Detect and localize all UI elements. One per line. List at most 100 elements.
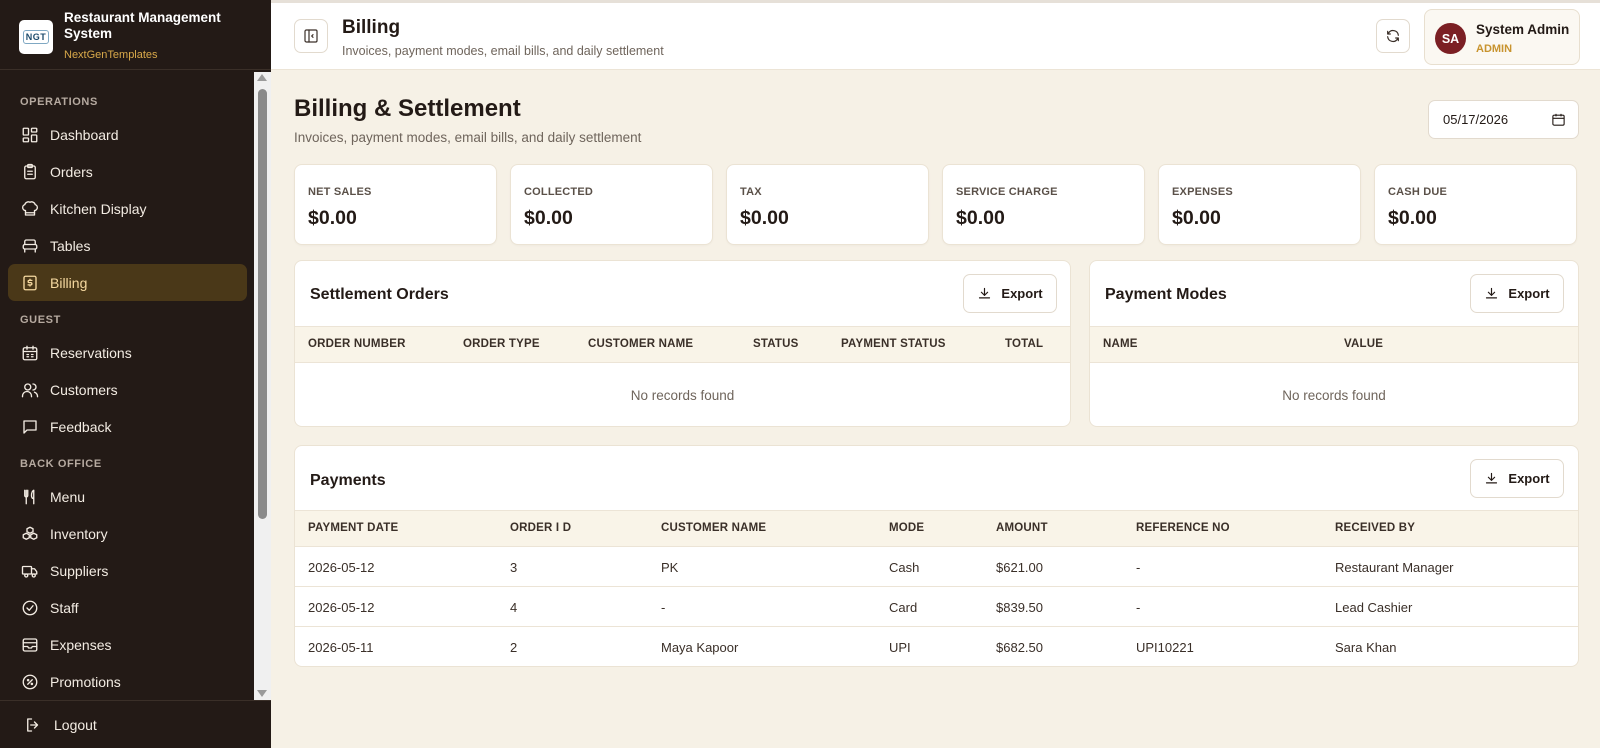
brand-logo: NGT xyxy=(19,20,53,54)
card-title: Payment Modes xyxy=(1105,286,1227,303)
avatar: SA xyxy=(1435,23,1466,54)
cell-received-by: Lead Cashier xyxy=(1335,600,1413,615)
sidebar-item-staff[interactable]: Staff xyxy=(8,589,247,626)
stat-value: $0.00 xyxy=(1388,207,1437,229)
cell-payment-date: 2026-05-12 xyxy=(308,600,375,615)
cell-mode: Card xyxy=(889,600,918,615)
refresh-button[interactable] xyxy=(1376,19,1410,53)
truck-icon xyxy=(21,562,39,580)
user-menu[interactable]: SA System Admin ADMIN xyxy=(1424,9,1580,65)
table-row[interactable]: 2026-05-12 3 PK Cash $621.00 - Restauran… xyxy=(295,547,1578,587)
cell-received-by: Restaurant Manager xyxy=(1335,560,1454,575)
date-input[interactable]: 05/17/2026 xyxy=(1428,100,1579,139)
sidebar-item-expenses[interactable]: Expenses xyxy=(8,626,247,663)
stat-card-cash-due: CASH DUE $0.00 xyxy=(1374,164,1577,245)
empty-state: No records found xyxy=(630,388,735,403)
stat-card-expenses: EXPENSES $0.00 xyxy=(1158,164,1361,245)
column-header: RECEIVED BY xyxy=(1335,522,1416,534)
column-header: NAME xyxy=(1103,338,1138,350)
brand-subtitle: NextGenTemplates xyxy=(64,49,158,61)
export-label: Export xyxy=(1508,286,1550,301)
column-header: VALUE xyxy=(1344,338,1384,350)
cell-mode: Cash xyxy=(889,560,920,575)
logout-button[interactable]: Logout xyxy=(0,700,271,748)
sidebar-item-label: Reservations xyxy=(50,344,132,361)
brand-logo-text: NGT xyxy=(22,30,50,44)
wallet-icon xyxy=(21,636,39,654)
sidebar-item-kitchen-display[interactable]: Kitchen Display xyxy=(8,190,247,227)
sidebar-item-feedback[interactable]: Feedback xyxy=(8,408,247,445)
topbar-subtitle: Invoices, payment modes, email bills, an… xyxy=(342,44,664,58)
sidebar-item-label: Promotions xyxy=(50,673,121,690)
export-payment-modes-button[interactable]: Export xyxy=(1470,274,1564,313)
section-title-back-office: BACK OFFICE xyxy=(20,458,102,470)
sidebar-item-label: Billing xyxy=(50,274,88,291)
section-title-operations: OPERATIONS xyxy=(20,96,98,108)
column-header: ORDER NUMBER xyxy=(308,338,406,350)
sidebar-toggle-button[interactable] xyxy=(294,19,328,53)
brand: NGT Restaurant Management System NextGen… xyxy=(0,0,271,70)
cell-received-by: Sara Khan xyxy=(1335,640,1397,655)
stat-value: $0.00 xyxy=(1172,207,1221,229)
sidebar-item-label: Inventory xyxy=(50,525,108,542)
sidebar-nav: OPERATIONS Dashboard Orders Kitchen Disp… xyxy=(0,72,254,700)
sidebar-item-reservations[interactable]: Reservations xyxy=(8,334,247,371)
brand-title: Restaurant Management System xyxy=(64,10,221,41)
page-title: Billing & Settlement xyxy=(294,95,521,122)
sidebar-item-inventory[interactable]: Inventory xyxy=(8,515,247,552)
sidebar-item-menu[interactable]: Menu xyxy=(8,478,247,515)
table-header: PAYMENT DATE ORDER I D CUSTOMER NAME MOD… xyxy=(295,510,1578,547)
percent-icon xyxy=(21,673,39,691)
sidebar-item-orders[interactable]: Orders xyxy=(8,153,247,190)
export-label: Export xyxy=(1508,471,1550,486)
sidebar-scroll-thumb[interactable] xyxy=(258,89,267,519)
column-header: AMOUNT xyxy=(996,522,1048,534)
payments-card: Payments Export PAYMENT DATE ORDER I D C… xyxy=(294,445,1579,667)
export-settlement-button[interactable]: Export xyxy=(963,274,1057,313)
stat-label: SERVICE CHARGE xyxy=(956,186,1058,198)
sidebar-item-label: Staff xyxy=(50,599,79,616)
sidebar-item-label: Customers xyxy=(50,381,118,398)
stat-label: TAX xyxy=(740,186,762,198)
stat-value: $0.00 xyxy=(308,207,357,229)
calendar-icon[interactable] xyxy=(1551,112,1566,127)
card-title: Settlement Orders xyxy=(310,286,449,303)
chef-hat-icon xyxy=(21,200,39,218)
cell-order-id: 2 xyxy=(510,640,518,655)
download-icon xyxy=(979,287,991,299)
sidebar: NGT Restaurant Management System NextGen… xyxy=(0,0,271,748)
users-icon xyxy=(21,381,39,399)
stat-label: CASH DUE xyxy=(1388,186,1448,198)
column-header: ORDER I D xyxy=(510,522,572,534)
export-payments-button[interactable]: Export xyxy=(1470,459,1564,498)
empty-state: No records found xyxy=(1282,388,1386,403)
cell-mode: UPI xyxy=(889,640,911,655)
logout-label: Logout xyxy=(54,716,97,733)
cell-order-id: 4 xyxy=(510,600,518,615)
scroll-up-arrow-icon[interactable] xyxy=(257,74,267,81)
export-label: Export xyxy=(1001,286,1043,301)
table-row[interactable]: 2026-05-12 4 - Card $839.50 - Lead Cashi… xyxy=(295,587,1578,627)
cell-reference-no: - xyxy=(1136,600,1141,615)
stat-card-collected: COLLECTED $0.00 xyxy=(510,164,713,245)
stat-label: NET SALES xyxy=(308,186,372,198)
sidebar-item-promotions[interactable]: Promotions xyxy=(8,663,247,700)
sidebar-item-suppliers[interactable]: Suppliers xyxy=(8,552,247,589)
sidebar-item-customers[interactable]: Customers xyxy=(8,371,247,408)
stat-card-tax: TAX $0.00 xyxy=(726,164,929,245)
cell-amount: $839.50 xyxy=(996,600,1043,615)
sidebar-item-dashboard[interactable]: Dashboard xyxy=(8,116,247,153)
scroll-down-arrow-icon[interactable] xyxy=(257,690,267,697)
table-icon xyxy=(21,237,39,255)
date-value: 05/17/2026 xyxy=(1443,112,1509,127)
table-header: NAME VALUE xyxy=(1090,326,1578,363)
user-name: System Admin xyxy=(1476,22,1570,37)
sidebar-item-label: Dashboard xyxy=(50,126,119,143)
stat-value: $0.00 xyxy=(740,207,789,229)
sidebar-item-tables[interactable]: Tables xyxy=(8,227,247,264)
badge-check-icon xyxy=(21,599,39,617)
table-row[interactable]: 2026-05-11 2 Maya Kapoor UPI $682.50 UPI… xyxy=(295,627,1578,666)
card-title: Payments xyxy=(310,472,386,489)
sidebar-item-billing[interactable]: Billing xyxy=(8,264,247,301)
column-header: PAYMENT DATE xyxy=(308,522,399,534)
